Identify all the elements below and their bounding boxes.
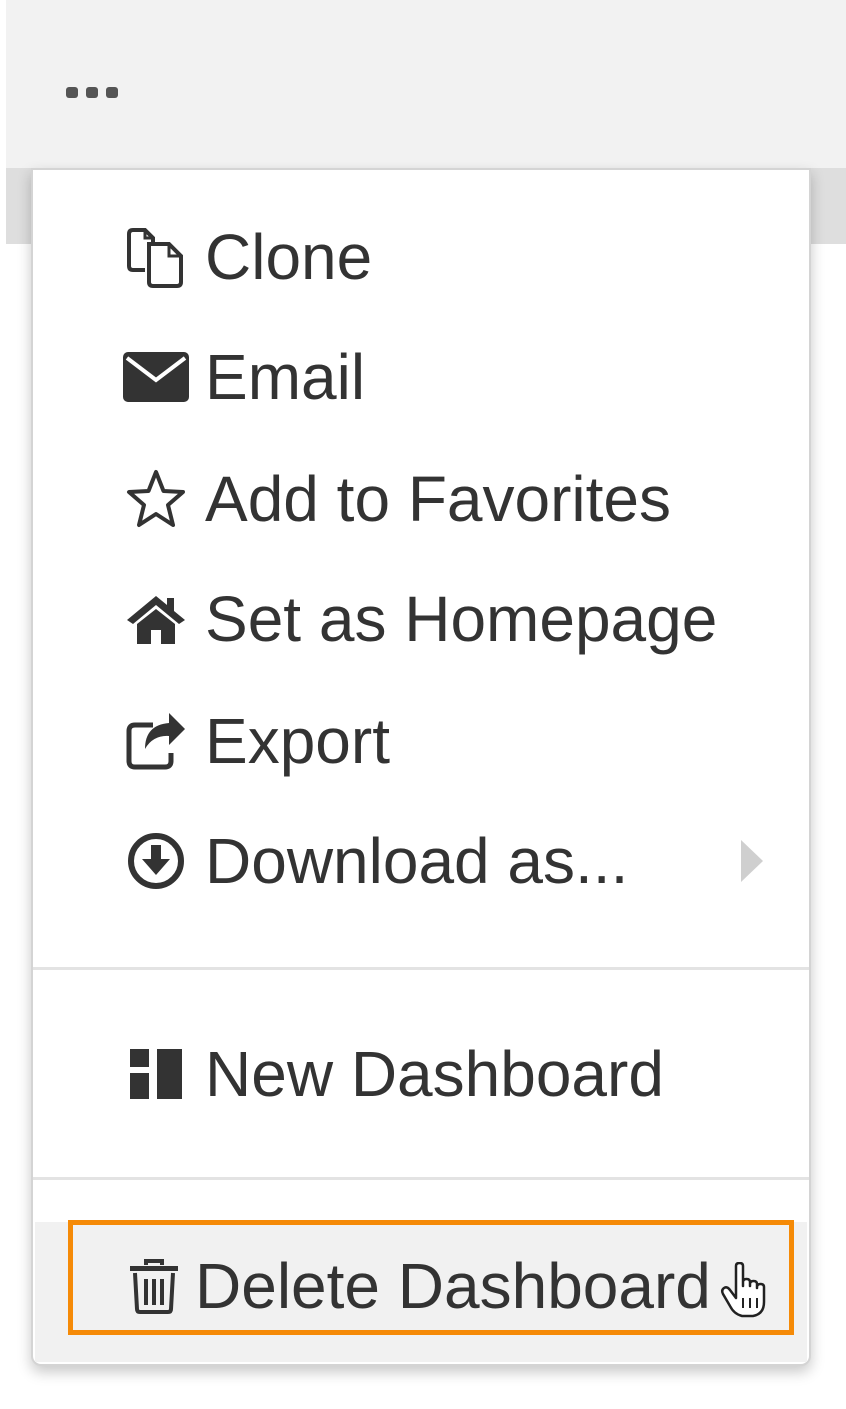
star-outline-icon xyxy=(123,466,189,532)
menu-item-email[interactable]: Email xyxy=(33,317,809,437)
menu-item-delete-dashboard[interactable]: Delete Dashboard xyxy=(33,1226,809,1346)
menu-item-label: Set as Homepage xyxy=(205,583,718,655)
more-options-button[interactable] xyxy=(54,70,130,114)
menu-item-label: Download as... xyxy=(205,825,629,897)
menu-item-label: Delete Dashboard xyxy=(195,1250,711,1322)
pointer-hand-icon xyxy=(720,1262,766,1318)
trash-icon xyxy=(121,1253,187,1319)
share-icon xyxy=(123,708,189,774)
menu-item-export[interactable]: Export xyxy=(33,681,809,801)
menu-item-label: Email xyxy=(205,341,366,413)
home-icon xyxy=(123,586,189,652)
menu-item-label: New Dashboard xyxy=(205,1038,664,1110)
menu-item-label: Add to Favorites xyxy=(205,463,671,535)
dashboard-icon xyxy=(123,1041,189,1107)
toolbar xyxy=(6,0,846,168)
menu-divider xyxy=(33,967,809,970)
menu-item-add-to-favorites[interactable]: Add to Favorites xyxy=(33,439,809,559)
menu-item-label: Export xyxy=(205,705,390,777)
menu-item-label: Clone xyxy=(205,221,373,293)
dropdown-menu: Clone Email Add to Favorites Set as Home… xyxy=(31,168,811,1366)
download-circle-icon xyxy=(123,828,189,894)
menu-divider xyxy=(33,1177,809,1180)
menu-item-clone[interactable]: Clone xyxy=(33,197,809,317)
menu-item-new-dashboard[interactable]: New Dashboard xyxy=(33,1014,809,1134)
more-horizontal-icon xyxy=(66,87,118,98)
envelope-icon xyxy=(123,344,189,410)
menu-item-set-as-homepage[interactable]: Set as Homepage xyxy=(33,559,809,679)
menu-item-download-as[interactable]: Download as... xyxy=(33,801,809,921)
submenu-arrow-icon xyxy=(741,840,763,882)
page: Clone Email Add to Favorites Set as Home… xyxy=(0,0,846,1409)
clone-icon xyxy=(123,224,189,290)
